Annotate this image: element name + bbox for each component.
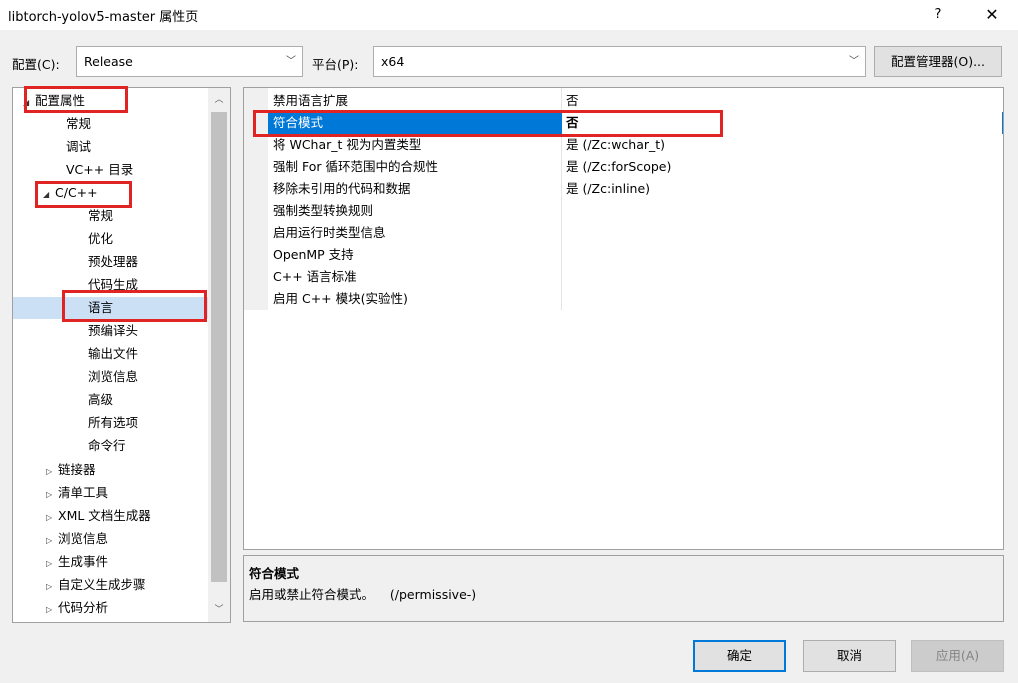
tree-item-cpp-optimization[interactable]: 优化 [88, 228, 113, 250]
grid-row-openmp[interactable]: OpenMP 支持 [268, 244, 1003, 266]
grid-row-inline[interactable]: 移除未引用的代码和数据 是 (/Zc:inline) [268, 178, 1003, 200]
tree-item-general[interactable]: 常规 [66, 113, 91, 135]
tree-item-manifest[interactable]: ▷ 清单工具 [46, 482, 108, 504]
scrollbar-thumb[interactable] [211, 112, 227, 582]
tree-item-custom-build[interactable]: ▷ 自定义生成步骤 [46, 574, 146, 596]
collapsed-triangle-icon: ▷ [46, 605, 53, 614]
tree-item-cpp-cmdline[interactable]: 命令行 [88, 435, 126, 457]
property-grid: 禁用语言扩展 否 符合模式 否 ﹀ 将 WChar_t 视为内置类型 是 (/Z… [243, 87, 1004, 550]
tree-item-code-analysis[interactable]: ▷ 代码分析 [46, 597, 108, 619]
description-panel: 符合模式 启用或禁止符合模式。 (/permissive-) [243, 555, 1004, 622]
tree-item-cpp-browse[interactable]: 浏览信息 [88, 366, 138, 388]
apply-button[interactable]: 应用(A) [911, 640, 1004, 672]
platform-select[interactable]: x64 ﹀ [373, 46, 866, 77]
collapsed-triangle-icon: ▷ [46, 467, 53, 476]
tree-item-linker[interactable]: ▷ 链接器 [46, 459, 96, 481]
grid-row-modules[interactable]: 启用 C++ 模块(实验性) [268, 288, 1003, 310]
tree-item-build-events[interactable]: ▷ 生成事件 [46, 551, 108, 573]
collapsed-triangle-icon: ▷ [46, 490, 53, 499]
tree-item-cpp-all-options[interactable]: 所有选项 [88, 412, 138, 434]
chevron-down-icon: ﹀ [849, 56, 859, 67]
tree-item-cpp-advanced[interactable]: 高级 [88, 389, 113, 411]
tree-scrollbar[interactable]: ︿ ﹀ [208, 88, 230, 622]
cancel-button[interactable]: 取消 [803, 640, 896, 672]
description-text: 启用或禁止符合模式。 (/permissive-) [249, 587, 477, 602]
grid-row-forscope[interactable]: 强制 For 循环范围中的合规性 是 (/Zc:forScope) [268, 156, 1003, 178]
tree-item-vc-dirs[interactable]: VC++ 目录 [66, 159, 133, 181]
config-select[interactable]: Release ﹀ [76, 46, 303, 77]
ok-button[interactable]: 确定 [693, 640, 786, 672]
close-button[interactable]: ✕ [970, 0, 1014, 30]
collapsed-triangle-icon: ▷ [46, 536, 53, 545]
grid-row-cpp-std[interactable]: C++ 语言标准 [268, 266, 1003, 288]
config-manager-button[interactable]: 配置管理器(O)... [874, 46, 1002, 77]
help-button[interactable]: ? [920, 0, 956, 30]
window-title: libtorch-yolov5-master 属性页 [8, 10, 199, 25]
grid-row-disable-ext[interactable]: 禁用语言扩展 否 [268, 90, 1003, 112]
config-label: 配置(C): [12, 57, 60, 72]
property-tree: ◢ 配置属性 常规 调试 VC++ 目录 ◢ C/C++ 常规 优化 预处理器 代码… [12, 87, 231, 623]
tree-item-cpp-preprocessor[interactable]: 预处理器 [88, 251, 138, 273]
highlight-box-language [62, 290, 207, 322]
collapsed-triangle-icon: ▷ [46, 582, 53, 591]
tree-item-cpp-output[interactable]: 输出文件 [88, 343, 138, 365]
tree-item-debug[interactable]: 调试 [66, 136, 91, 158]
highlight-box-cpp [35, 181, 132, 208]
grid-row-wchar[interactable]: 将 WChar_t 视为内置类型 是 (/Zc:wchar_t) [268, 134, 1003, 156]
chevron-down-icon[interactable]: ﹀ [208, 600, 230, 620]
highlight-box-config-props [24, 86, 128, 113]
collapsed-triangle-icon: ▷ [46, 513, 53, 522]
description-title: 符合模式 [249, 566, 300, 581]
title-bar: libtorch-yolov5-master 属性页 ? ✕ [0, 0, 1018, 30]
chevron-up-icon[interactable]: ︿ [208, 90, 230, 110]
tree-item-browse-info[interactable]: ▷ 浏览信息 [46, 528, 108, 550]
property-pages-dialog: libtorch-yolov5-master 属性页 ? ✕ 配置(C): Re… [0, 0, 1018, 683]
grid-row-cast-rules[interactable]: 强制类型转换规则 [268, 200, 1003, 222]
platform-label: 平台(P): [312, 57, 359, 72]
grid-row-rtti[interactable]: 启用运行时类型信息 [268, 222, 1003, 244]
platform-value: x64 [381, 54, 405, 69]
tree-item-cpp-general[interactable]: 常规 [88, 205, 113, 227]
tree-item-xml-doc[interactable]: ▷ XML 文档生成器 [46, 505, 151, 527]
tree-item-cpp-pch[interactable]: 预编译头 [88, 320, 138, 342]
highlight-box-conformance [253, 110, 723, 137]
collapsed-triangle-icon: ▷ [46, 559, 53, 568]
chevron-down-icon: ﹀ [286, 56, 296, 67]
config-value: Release [84, 54, 133, 69]
